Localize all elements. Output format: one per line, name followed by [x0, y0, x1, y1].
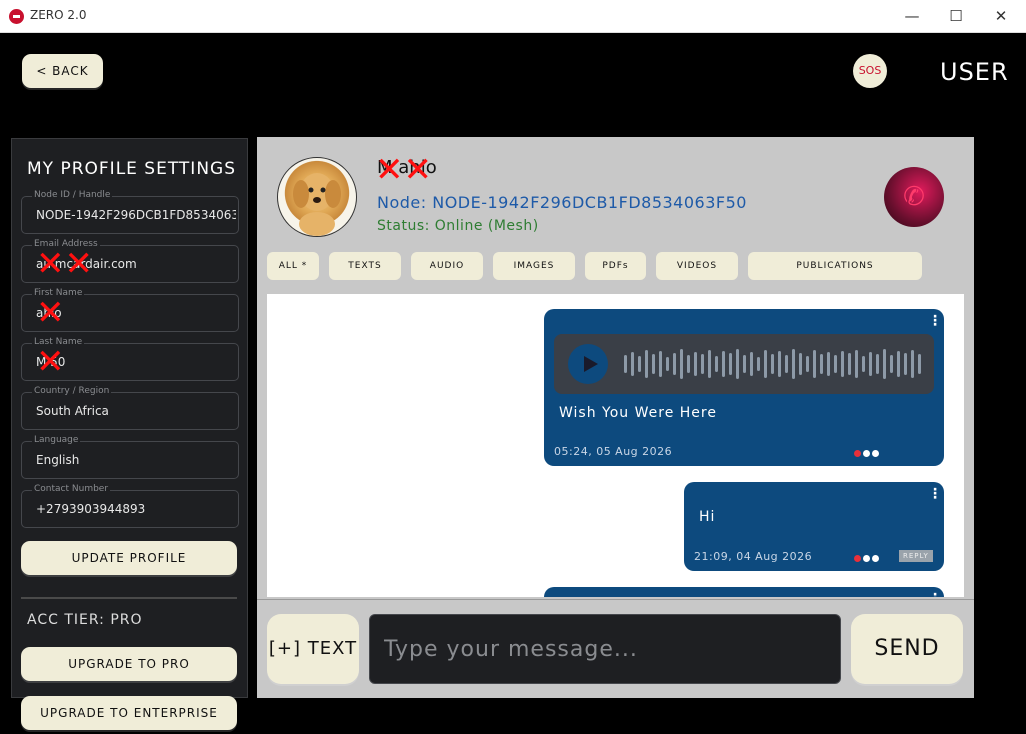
delivery-status-dots: [854, 555, 879, 562]
maximize-icon[interactable]: ☐: [944, 4, 968, 28]
profile-settings-title: MY PROFILE SETTINGS: [27, 159, 237, 179]
sos-button[interactable]: SOS: [853, 54, 887, 88]
profile-settings-panel: MY PROFILE SETTINGS Node ID / Handle NOD…: [11, 138, 248, 698]
call-button[interactable]: ✆: [884, 167, 944, 227]
field-label: Language: [32, 435, 81, 446]
phone-icon: ✆: [903, 182, 925, 212]
text-message-bubble[interactable]: ⋮ Hi 21:09, 04 Aug 2026 REPLY: [684, 482, 944, 571]
update-profile-button[interactable]: UPDATE PROFILE: [21, 541, 237, 575]
redaction-mark: ✕: [36, 293, 65, 333]
more-options-icon[interactable]: ⋮: [928, 591, 942, 597]
first-name-field[interactable]: First Name ahlo ✕: [21, 288, 239, 333]
message-bubble[interactable]: ⋮: [544, 587, 944, 597]
sidebar-divider: [21, 597, 237, 599]
tab-publications[interactable]: PUBLICATIONS: [748, 252, 922, 280]
close-icon[interactable]: ✕: [989, 4, 1013, 28]
field-value: M 50: [36, 355, 66, 369]
waveform: [624, 348, 924, 380]
email-field[interactable]: Email Address au mcardair.com ✕✕: [21, 239, 239, 284]
message-input[interactable]: [369, 614, 841, 684]
field-label: Node ID / Handle: [32, 190, 113, 201]
tab-all[interactable]: ALL *: [267, 252, 319, 280]
send-button[interactable]: SEND: [851, 614, 963, 684]
field-label: Contact Number: [32, 484, 111, 495]
puppy-image: [293, 173, 341, 236]
more-options-icon[interactable]: ⋮: [928, 313, 942, 329]
contact-status: Status: Online (Mesh): [377, 218, 539, 234]
more-options-icon[interactable]: ⋮: [928, 486, 942, 502]
field-label: Country / Region: [32, 386, 112, 397]
delivery-status-dots: [854, 450, 879, 457]
last-name-field[interactable]: Last Name M 50 ✕: [21, 337, 239, 382]
field-value: +2793903944893: [36, 502, 146, 516]
field-value: ahlo: [36, 306, 62, 320]
app-logo-icon: [9, 9, 24, 24]
message-text: Hi: [699, 509, 716, 525]
message-timestamp: 21:09, 04 Aug 2026: [694, 550, 813, 563]
minimize-icon[interactable]: —: [900, 4, 924, 28]
language-field[interactable]: Language English: [21, 435, 239, 479]
account-tier-label: ACC TIER: PRO: [27, 612, 143, 628]
node-handle-field[interactable]: Node ID / Handle NODE-1942F296DCB1FD8534…: [21, 190, 239, 234]
reply-button[interactable]: REPLY: [899, 550, 933, 562]
user-label[interactable]: USER: [940, 58, 1009, 86]
tab-texts[interactable]: TEXTS: [329, 252, 401, 280]
upgrade-pro-button[interactable]: UPGRADE TO PRO: [21, 647, 237, 681]
field-value: English: [36, 453, 80, 467]
window-titlebar: ZERO 2.0 — ☐ ✕: [0, 0, 1026, 33]
message-composer: [+] TEXT SEND: [257, 599, 974, 698]
redaction-mark: ✕✕: [375, 150, 432, 190]
contact-number-field[interactable]: Contact Number +2793903944893: [21, 484, 239, 528]
field-value: NODE-1942F296DCB1FD8534063F50: [36, 208, 236, 222]
chat-panel: M ahlo ✕✕ Node: NODE-1942F296DCB1FD85340…: [257, 137, 974, 698]
tab-audio[interactable]: AUDIO: [411, 252, 483, 280]
tab-pdfs[interactable]: PDFs: [585, 252, 646, 280]
message-text: Wish You Were Here: [559, 405, 717, 421]
back-button[interactable]: < BACK: [22, 54, 103, 88]
play-icon[interactable]: [568, 344, 608, 384]
window-title: ZERO 2.0: [30, 8, 87, 22]
upgrade-enterprise-button[interactable]: UPGRADE TO ENTERPRISE: [21, 696, 237, 730]
contact-node-id: Node: NODE-1942F296DCB1FD8534063F50: [377, 193, 747, 212]
tab-videos[interactable]: VIDEOS: [656, 252, 738, 280]
contact-avatar[interactable]: [277, 157, 357, 237]
redaction-mark: ✕✕: [36, 244, 93, 284]
message-list[interactable]: ⋮ Wish You Were Here 05:24, 05 Aug 2026 …: [267, 294, 964, 597]
country-field[interactable]: Country / Region South Africa: [21, 386, 239, 430]
audio-message-bubble[interactable]: ⋮ Wish You Were Here 05:24, 05 Aug 2026: [544, 309, 944, 466]
tab-images[interactable]: IMAGES: [493, 252, 575, 280]
message-timestamp: 05:24, 05 Aug 2026: [554, 445, 673, 458]
redaction-mark: ✕: [36, 342, 65, 382]
audio-player[interactable]: [554, 334, 934, 394]
field-value: South Africa: [36, 404, 109, 418]
add-text-button[interactable]: [+] TEXT: [267, 614, 359, 684]
